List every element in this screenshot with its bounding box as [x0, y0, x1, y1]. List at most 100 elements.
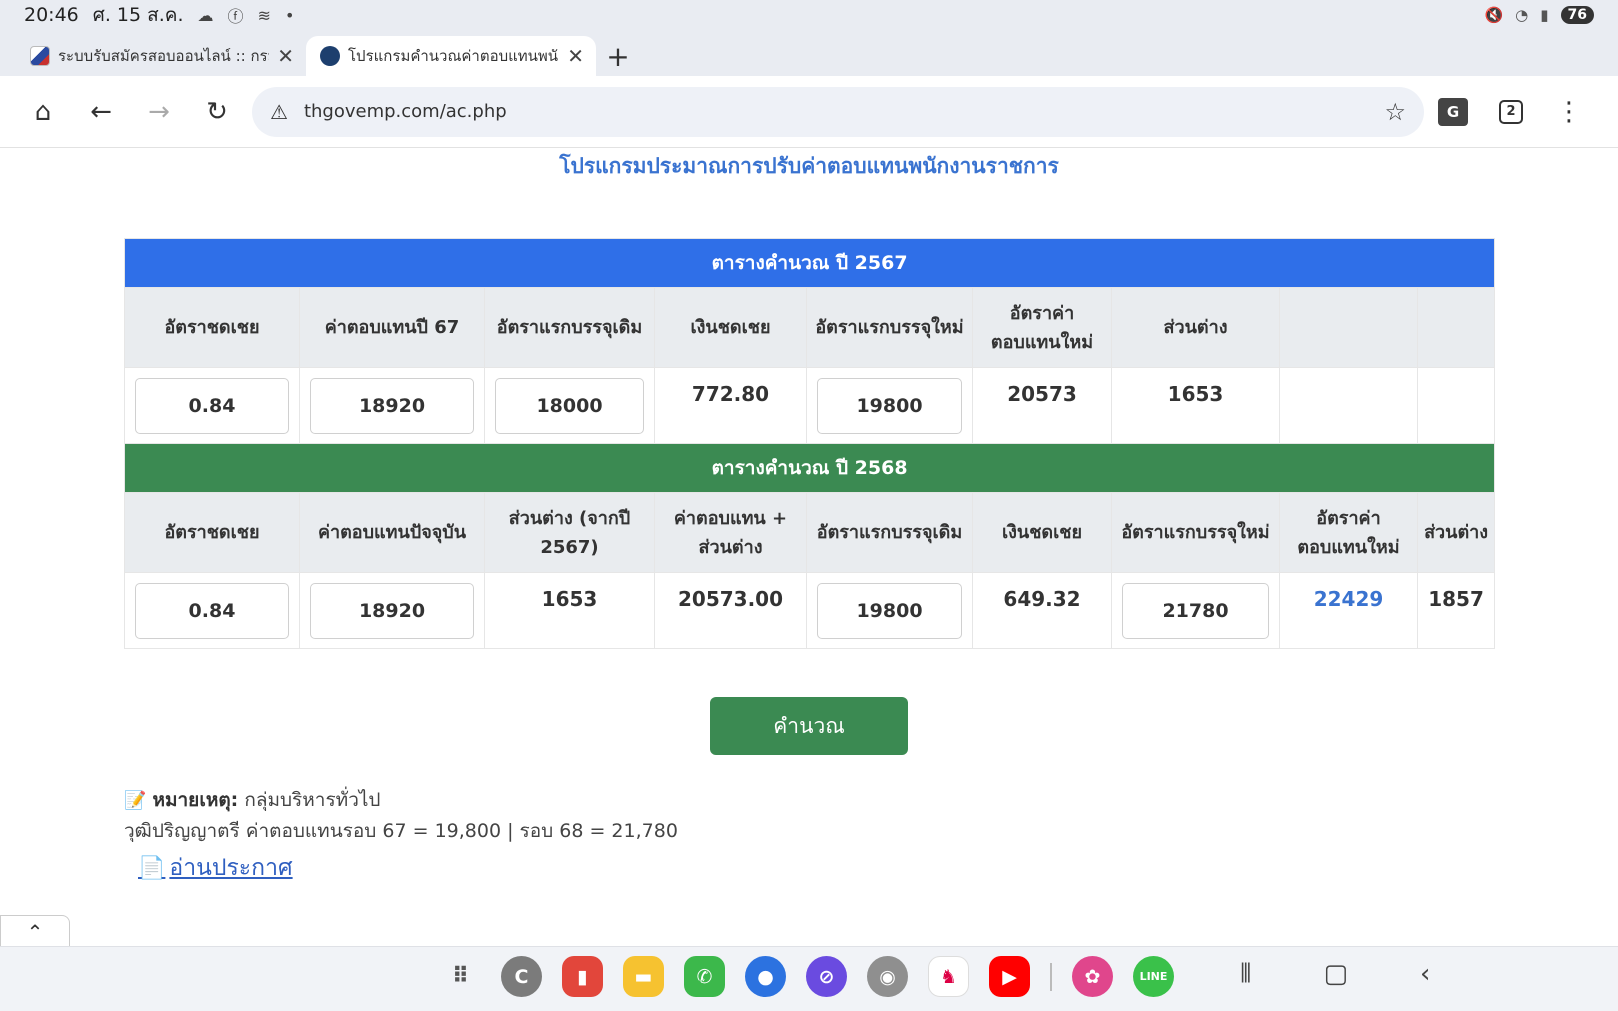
new-pay-value-2567: 20573 — [972, 367, 1112, 444]
youtube-app-icon[interactable]: ▶ — [989, 956, 1030, 997]
close-icon[interactable]: ✕ — [277, 44, 294, 68]
pay-67-input[interactable] — [310, 377, 474, 434]
chrome-app-icon[interactable]: C — [501, 956, 542, 997]
translate-icon: G — [1438, 97, 1468, 126]
calc-table-2568: ตารางคำนวณ ปี 2568 อัตราชดเชย ค่าตอบแทนป… — [123, 443, 1496, 649]
status-time: 20:46 — [24, 4, 79, 26]
calculate-button[interactable]: คำนวณ — [710, 697, 908, 755]
app-drawer-icon[interactable]: ⠿ — [440, 956, 481, 997]
battery-level: 76 — [1560, 6, 1594, 24]
rate-input-2568[interactable] — [135, 582, 289, 639]
column-header: ค่าตอบแทนปี 67 — [299, 287, 485, 368]
table-row: 772.80 20573 1653 — [124, 367, 1496, 444]
column-header — [1279, 287, 1418, 368]
column-header: อัตราค่าตอบแทนใหม่ — [1279, 492, 1418, 573]
scroll-top-button[interactable]: ⌃ — [0, 915, 70, 947]
gallery-app-icon[interactable]: ✿ — [1072, 956, 1113, 997]
column-header: เงินชดเชย — [972, 492, 1112, 573]
phone-app-icon[interactable]: ✆ — [684, 956, 725, 997]
notes-app-icon[interactable]: ▮ — [562, 956, 603, 997]
column-header: อัตราค่าตอบแทนใหม่ — [972, 287, 1112, 368]
column-header: อัตราชดเชย — [124, 492, 300, 573]
status-date: ศ. 15 ส.ค. — [92, 4, 184, 26]
note-detail: วุฒิปริญญาตรี ค่าตอบแทนรอบ 67 = 19,800 |… — [124, 820, 678, 842]
mute-icon: 🔇 — [1484, 6, 1504, 24]
diff-from-2567-value: 1653 — [484, 572, 655, 649]
difference-value-2568: 1857 — [1416, 572, 1496, 649]
section-heading: ตารางคำนวณ ปี 2567 — [123, 238, 1496, 288]
section-heading: ตารางคำนวณ ปี 2568 — [123, 443, 1496, 493]
note-text: กลุ่มบริหารทั่วไป — [244, 789, 381, 811]
url-text: thgovemp.com/ac.php — [303, 101, 507, 122]
compensation-value-2567: 772.80 — [654, 367, 807, 444]
game-app-icon[interactable]: ♞ — [928, 956, 969, 997]
calc-table-2567: ตารางคำนวณ ปี 2567 อัตราชดเชย ค่าตอบแทนป… — [123, 238, 1496, 444]
new-pay-value-2568: 22429 — [1279, 572, 1418, 649]
column-header — [1416, 287, 1496, 368]
line-app-icon[interactable]: LINE — [1133, 956, 1174, 997]
current-pay-input[interactable] — [310, 582, 474, 639]
menu-button[interactable]: ⋮ — [1540, 86, 1598, 138]
forward-button[interactable]: → — [130, 86, 188, 138]
home-button[interactable]: ⌂ — [14, 86, 72, 138]
new-tab-button[interactable]: + — [596, 36, 640, 76]
pattern-icon: ≋ — [257, 5, 271, 25]
status-bar: 20:46 ศ. 15 ส.ค. ☁ ⓕ ≋ • 🔇 ◔ ▮ 76 — [0, 0, 1618, 30]
laptop-favicon-icon — [320, 46, 340, 66]
system-dock: ⠿ C ▮ ▬ ✆ ● ⊘ ◉ ♞ ▶ ✿ LINE ⦀ ▢ ‹ — [0, 946, 1618, 1011]
home-nav-button[interactable]: ▢ — [1323, 959, 1348, 990]
back-nav-button[interactable]: ‹ — [1420, 959, 1430, 990]
column-header: อัตราแรกบรรจุใหม่ — [1111, 492, 1280, 573]
new-start-input-2567[interactable] — [817, 377, 962, 434]
tab-title: ระบบรับสมัครสอบออนไลน์ :: กรม — [58, 47, 270, 65]
compensation-value-2568: 649.32 — [972, 572, 1112, 649]
signal-icon: ▮ — [1540, 6, 1549, 24]
column-header: ค่าตอบแทน + ส่วนต่าง — [654, 492, 807, 573]
reload-button[interactable]: ↻ — [188, 86, 246, 138]
address-bar[interactable]: ⚠ thgovemp.com/ac.php ☆ — [252, 86, 1424, 137]
browser-app-icon[interactable]: ⊘ — [806, 956, 847, 997]
back-button[interactable]: ← — [72, 86, 130, 138]
translate-button[interactable]: G — [1424, 86, 1482, 138]
messages-app-icon[interactable]: ● — [745, 956, 786, 997]
dot-icon: • — [284, 5, 295, 25]
column-header: ส่วนต่าง (จากปี 2567) — [484, 492, 655, 573]
new-start-input-2568[interactable] — [1122, 582, 1269, 639]
column-header: อัตราชดเชย — [124, 287, 300, 368]
browser-toolbar: ⌂ ← → ↻ ⚠ thgovemp.com/ac.php ☆ G 2 ⋮ — [0, 76, 1618, 148]
old-start-input-2567[interactable] — [495, 377, 644, 434]
wifi-icon: ◔ — [1515, 6, 1529, 24]
flag-favicon-icon — [30, 46, 50, 66]
note-block: 📝 หมายเหตุ: กลุ่มบริหารทั่วไป วุฒิปริญญา… — [124, 785, 678, 846]
bookmark-star-icon[interactable]: ☆ — [1384, 98, 1406, 126]
pay-plus-diff-value: 20573.00 — [654, 572, 807, 649]
column-header: ส่วนต่าง — [1416, 492, 1496, 573]
recent-apps-button[interactable]: ⦀ — [1240, 959, 1251, 990]
warning-icon[interactable]: ⚠ — [270, 100, 288, 124]
tab-strip: ระบบรับสมัครสอบออนไลน์ :: กรม ✕ โปรแกรมค… — [0, 30, 1618, 76]
empty-cell — [1416, 367, 1496, 444]
note-label: หมายเหตุ: — [152, 789, 239, 811]
column-header: อัตราแรกบรรจุใหม่ — [806, 287, 973, 368]
facebook-icon: ⓕ — [227, 7, 244, 26]
column-header: อัตราแรกบรรจุเดิม — [806, 492, 973, 573]
camera-app-icon[interactable]: ◉ — [867, 956, 908, 997]
dock-divider — [1050, 962, 1052, 991]
column-header: อัตราแรกบรรจุเดิม — [484, 287, 655, 368]
close-icon[interactable]: ✕ — [567, 44, 584, 68]
memo-icon: 📝 — [124, 790, 147, 811]
table-row: 1653 20573.00 649.32 22429 1857 — [124, 572, 1496, 649]
files-app-icon[interactable]: ▬ — [623, 956, 664, 997]
tab-title: โปรแกรมคำนวณค่าตอบแทนพนัก — [348, 47, 560, 65]
tab-calculator[interactable]: โปรแกรมคำนวณค่าตอบแทนพนัก ✕ — [306, 36, 596, 76]
tab-exam-registration[interactable]: ระบบรับสมัครสอบออนไลน์ :: กรม ✕ — [16, 36, 306, 76]
tab-count: 2 — [1499, 99, 1523, 124]
document-icon: 📄 — [138, 855, 166, 881]
tab-switcher-button[interactable]: 2 — [1482, 86, 1540, 138]
old-start-input-2568[interactable] — [817, 582, 962, 639]
read-announcement-link[interactable]: 📄 อ่านประกาศ — [138, 850, 293, 886]
column-header: เงินชดเชย — [654, 287, 807, 368]
announcement-link-text: อ่านประกาศ — [169, 855, 293, 881]
page-title: โปรแกรมประมาณการปรับค่าตอบแทนพนักงานราชก… — [559, 154, 1059, 178]
rate-input-2567[interactable] — [135, 377, 289, 434]
